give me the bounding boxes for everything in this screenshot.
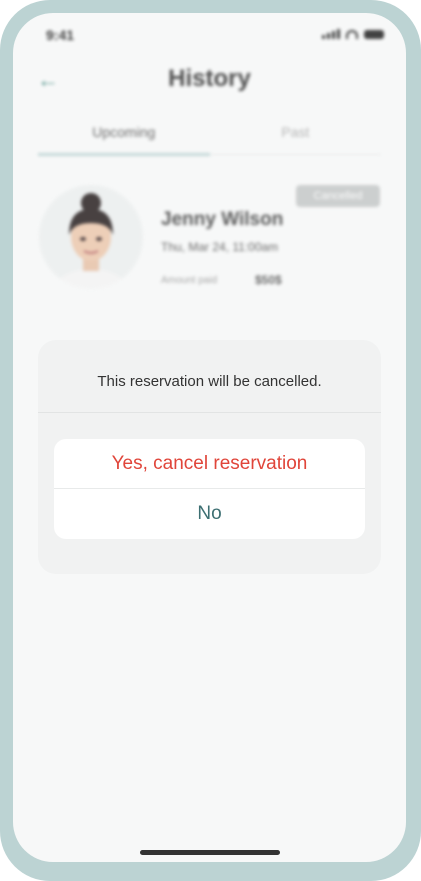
device-frame: 9:41 ← History Upcoming Past Cancelled J… [0,0,421,881]
no-button[interactable]: No [54,489,365,539]
confirm-cancel-button[interactable]: Yes, cancel reservation [54,439,365,489]
screen: 9:41 ← History Upcoming Past Cancelled J… [13,13,406,862]
tabs: Upcoming Past [38,121,381,161]
cancel-dialog: This reservation will be cancelled. Yes,… [38,340,381,574]
status-time: 9:41 [46,27,75,43]
tab-upcoming[interactable]: Upcoming [38,121,210,140]
dialog-message: This reservation will be cancelled. [97,373,322,390]
avatar-portrait [39,185,143,289]
signal-icon [322,29,340,39]
tab-past[interactable]: Past [210,121,382,140]
action-sheet: Yes, cancel reservation No [54,439,365,539]
status-badge: Cancelled [296,185,380,207]
person-name: Jenny Wilson [161,209,284,230]
status-bar: 9:41 [13,13,406,57]
tab-active-indicator [38,153,210,156]
avatar [39,185,143,289]
amount-value: $50$ [255,273,282,287]
page-title: History [168,65,251,92]
wifi-icon [346,29,358,39]
battery-icon [364,29,384,39]
dialog-divider [38,412,381,413]
tab-divider [209,154,381,155]
reservation-datetime: Thu, Mar 24, 11:00am [161,240,279,254]
home-indicator[interactable] [140,850,280,855]
status-icons [322,29,384,39]
amount-label: Amount paid [161,275,218,286]
